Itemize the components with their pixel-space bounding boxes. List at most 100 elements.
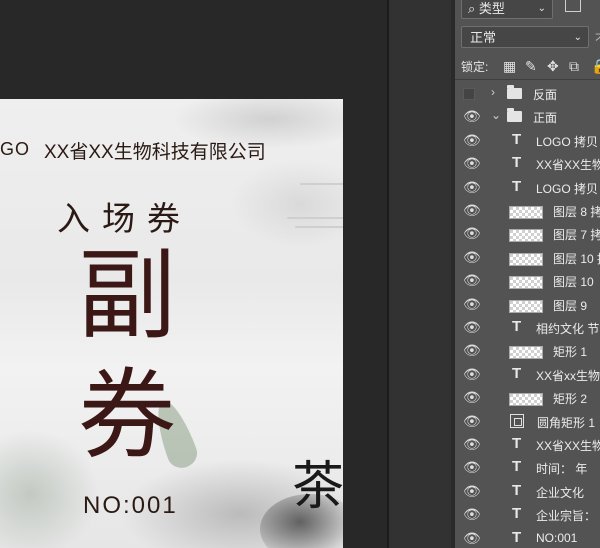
text-layer-icon: T xyxy=(512,458,522,476)
visibility-toggle-off[interactable] xyxy=(463,88,475,100)
lock-position-icon[interactable]: ✥ xyxy=(547,58,559,75)
tea-calligraphy: 茶 xyxy=(292,457,343,517)
layer-row[interactable]: 👁 图层 7 拷贝 xyxy=(455,223,600,246)
eye-visibility-icon[interactable]: 👁 xyxy=(463,296,481,313)
canvas-area[interactable]: GO XX省XX生物科技有限公司 入场券 副 券 NO:001 茶 xyxy=(0,0,387,548)
eye-visibility-icon[interactable]: 👁 xyxy=(463,342,481,359)
eye-visibility-icon[interactable]: 👁 xyxy=(463,132,481,149)
lock-transparent-pixels-icon[interactable]: ▦ xyxy=(503,58,516,75)
layer-row[interactable]: 👁 T 相约文化 节 xyxy=(455,317,600,340)
blend-mode-dropdown[interactable]: 正常 ⌄ xyxy=(461,26,589,48)
logo-text: GO xyxy=(0,139,31,159)
stub-title-char-2: 券 xyxy=(78,359,177,473)
layer-row[interactable]: 👁 T LOGO 拷贝 xyxy=(455,177,600,200)
layer-name: 反面 xyxy=(533,88,558,102)
shape-layer-icon xyxy=(510,413,524,428)
eye-visibility-icon[interactable]: 👁 xyxy=(463,108,481,125)
layer-row[interactable]: 👁 T LOGO 拷贝 2 xyxy=(455,130,600,153)
ticket-number: NO:001 xyxy=(83,492,178,519)
layer-name: 图层 7 拷贝 xyxy=(553,228,600,243)
layer-name: NO:001 xyxy=(536,530,578,545)
lock-all-icon[interactable]: 🔒 xyxy=(591,58,600,75)
lock-image-pixels-icon[interactable]: ✎ xyxy=(525,58,537,75)
eye-visibility-icon[interactable]: 👁 xyxy=(463,389,481,406)
layers-panel: ⌕ 类型 ⌄ 正常 ⌄ 不 锁定: ▦ ✎ ✥ ⧉ 🔒 › 反面 👁 ⌄ 正面 👁 T LOG… xyxy=(455,0,600,548)
layer-thumbnail xyxy=(509,276,543,290)
text-layer-icon: T xyxy=(512,505,522,523)
text-layer-icon: T xyxy=(512,154,522,172)
layer-row[interactable]: 👁 T 企业宗旨： xyxy=(455,504,600,527)
layer-thumbnail xyxy=(509,252,543,266)
eye-visibility-icon[interactable]: 👁 xyxy=(463,436,481,453)
eye-visibility-icon[interactable]: 👁 xyxy=(463,202,481,219)
eye-visibility-icon[interactable]: 👁 xyxy=(463,459,481,476)
layer-name: 图层 10 拷贝 xyxy=(553,251,600,266)
layer-thumbnail xyxy=(509,393,543,407)
layer-row[interactable]: 👁 T XX省xx生物科技 xyxy=(455,364,600,387)
eye-visibility-icon[interactable]: 👁 xyxy=(463,530,481,547)
eye-visibility-icon[interactable]: 👁 xyxy=(463,483,481,500)
eye-visibility-icon[interactable]: 👁 xyxy=(463,155,481,172)
filter-kind-label: 类型 xyxy=(478,1,505,16)
text-layer-icon: T xyxy=(512,528,522,546)
layer-thumbnail xyxy=(509,346,543,360)
layer-name: 矩形 2 xyxy=(553,392,588,407)
decorative-line-3 xyxy=(295,226,343,228)
folder-icon xyxy=(507,108,522,123)
layer-name: 矩形 1 xyxy=(553,345,588,360)
search-icon: ⌕ xyxy=(468,1,476,16)
layer-name: XX省xx生物科技 xyxy=(536,368,600,383)
layer-name: XX省XX生物科技 xyxy=(536,439,600,453)
eye-visibility-icon[interactable]: 👁 xyxy=(463,413,481,430)
image-filter-icon[interactable] xyxy=(565,0,581,12)
eye-visibility-icon[interactable]: 👁 xyxy=(463,366,481,383)
layer-row[interactable]: 👁 圆角矩形 1 xyxy=(455,411,600,434)
eye-visibility-icon[interactable]: 👁 xyxy=(463,272,481,289)
layer-name: LOGO 拷贝 2 xyxy=(536,134,600,149)
decorative-line-1 xyxy=(300,183,343,185)
eye-visibility-icon[interactable]: 👁 xyxy=(463,506,481,523)
folder-icon xyxy=(507,85,522,99)
layer-row[interactable]: 👁 T NO:001 xyxy=(455,528,600,548)
layer-name: 正面 xyxy=(533,111,558,126)
layer-name: 图层 8 拷贝 xyxy=(553,205,600,219)
layer-row[interactable]: 👁 矩形 1 xyxy=(455,340,600,363)
text-layer-icon: T xyxy=(512,364,522,382)
layer-row[interactable]: › 反面 xyxy=(455,83,600,106)
panel-separator xyxy=(455,79,600,80)
text-layer-icon: T xyxy=(512,481,522,499)
ticket-type-title: 入场券 xyxy=(57,199,192,238)
layer-name: 时间： 年 xyxy=(536,462,588,477)
chevron-down-icon: ⌄ xyxy=(537,3,546,14)
eye-visibility-icon[interactable]: 👁 xyxy=(463,225,481,242)
layer-row[interactable]: 👁 图层 10 拷贝 xyxy=(455,247,600,270)
layer-name: 图层 10 xyxy=(553,275,594,290)
layer-name: 企业文化 xyxy=(536,485,585,500)
chevron-down-icon[interactable]: ⌄ xyxy=(491,108,501,122)
layer-row[interactable]: 👁 图层 8 拷贝 xyxy=(455,200,600,223)
eye-visibility-icon[interactable]: 👁 xyxy=(463,249,481,266)
lock-artboard-icon[interactable]: ⧉ xyxy=(569,58,579,75)
layer-row[interactable]: 👁 图层 9 xyxy=(455,294,600,317)
eye-visibility-icon[interactable]: 👁 xyxy=(463,179,481,196)
layer-row[interactable]: 👁 图层 10 xyxy=(455,270,600,293)
layer-row[interactable]: 👁 T 企业文化 xyxy=(455,481,600,504)
layer-filter-dropdown[interactable]: ⌕ 类型 ⌄ xyxy=(461,0,553,19)
layer-row[interactable]: 👁 矩形 2 xyxy=(455,387,600,410)
layer-thumbnail xyxy=(509,229,543,243)
text-layer-icon: T xyxy=(512,177,522,195)
mountain-mist-right xyxy=(230,159,343,249)
panel-gutter xyxy=(389,0,451,548)
lock-label: 锁定: xyxy=(461,60,489,74)
layer-row[interactable]: 👁 ⌄ 正面 xyxy=(455,106,600,129)
text-layer-icon: T xyxy=(512,318,522,335)
document-canvas[interactable]: GO XX省XX生物科技有限公司 入场券 副 券 NO:001 茶 xyxy=(0,99,343,548)
layer-row[interactable]: 👁 T XX省XX生物科技 xyxy=(455,153,600,176)
decorative-line-2 xyxy=(287,217,343,219)
eye-visibility-icon[interactable]: 👁 xyxy=(463,319,481,336)
layer-row[interactable]: 👁 T 时间： 年 xyxy=(455,457,600,480)
layer-row[interactable]: 👁 T XX省XX生物科技 xyxy=(455,434,600,457)
layer-name: 企业宗旨： xyxy=(536,509,597,524)
layer-thumbnail xyxy=(509,299,543,313)
chevron-right-icon[interactable]: › xyxy=(491,85,495,99)
